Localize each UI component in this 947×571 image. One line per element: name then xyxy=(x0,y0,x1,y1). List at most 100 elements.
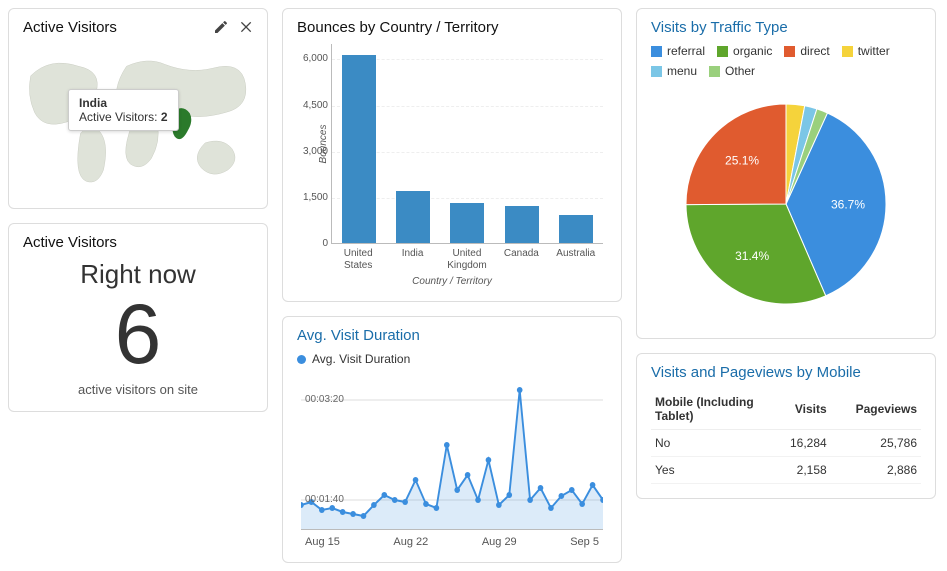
data-point[interactable] xyxy=(579,501,585,507)
active-visitors-map-card: Active Visitors xyxy=(8,8,268,209)
table-cell: No xyxy=(651,430,773,457)
data-point[interactable] xyxy=(361,513,367,519)
table-header: Visits xyxy=(773,389,831,430)
data-point[interactable] xyxy=(569,487,575,493)
legend-item-direct[interactable]: direct xyxy=(784,44,829,58)
legend-item-referral[interactable]: referral xyxy=(651,44,705,58)
close-icon[interactable] xyxy=(239,19,255,35)
legend-label: referral xyxy=(667,44,705,58)
legend-swatch-icon xyxy=(784,46,795,57)
legend-swatch-icon xyxy=(709,66,720,77)
data-point[interactable] xyxy=(538,485,544,491)
x-tick: Australia xyxy=(553,248,599,272)
data-point[interactable] xyxy=(413,477,419,483)
x-tick: Aug 29 xyxy=(482,536,517,548)
bounces-by-country-card: Bounces by Country / Territory Bounces 0… xyxy=(282,8,622,302)
x-axis-label: Country / Territory xyxy=(297,276,607,287)
data-point[interactable] xyxy=(517,387,523,393)
legend-label: Avg. Visit Duration xyxy=(312,352,410,366)
visits-by-traffic-type-card: Visits by Traffic Type referralorganicdi… xyxy=(636,8,936,339)
bar-united-states[interactable] xyxy=(342,55,376,243)
x-tick: Canada xyxy=(498,248,544,272)
x-tick: United Kingdom xyxy=(444,248,490,272)
visits-pageviews-mobile-card: Visits and Pageviews by Mobile Mobile (I… xyxy=(636,353,936,499)
legend-item-twitter[interactable]: twitter xyxy=(842,44,890,58)
data-point[interactable] xyxy=(465,472,471,478)
table-row: Yes2,1582,886 xyxy=(651,457,921,484)
data-point[interactable] xyxy=(527,497,533,503)
legend-label: twitter xyxy=(858,44,890,58)
realtime-value: 6 xyxy=(23,292,253,376)
data-point[interactable] xyxy=(444,442,450,448)
legend-swatch-icon xyxy=(717,46,728,57)
card-title: Active Visitors xyxy=(23,234,253,251)
data-point[interactable] xyxy=(402,499,408,505)
data-point[interactable] xyxy=(559,493,565,499)
chart-legend: referral organic direct twitter menu Other xyxy=(651,44,921,78)
data-point[interactable] xyxy=(381,492,387,498)
table-cell: 2,158 xyxy=(773,457,831,484)
pie-slice-label: 36.7% xyxy=(831,198,865,212)
legend-item-other[interactable]: Other xyxy=(709,64,755,78)
bar-australia[interactable] xyxy=(559,215,593,243)
bar-canada[interactable] xyxy=(505,206,539,243)
table-row: No16,28425,786 xyxy=(651,430,921,457)
y-tick: 6,000 xyxy=(298,53,328,64)
x-tick: Aug 22 xyxy=(393,536,428,548)
y-tick: 3,000 xyxy=(298,146,328,157)
legend-item-organic[interactable]: organic xyxy=(717,44,772,58)
legend-item-menu[interactable]: menu xyxy=(651,64,697,78)
bar-united-kingdom[interactable] xyxy=(450,203,484,243)
realtime-sub: active visitors on site xyxy=(23,382,253,397)
data-point[interactable] xyxy=(340,509,346,515)
table-header: Mobile (Including Tablet) xyxy=(651,389,773,430)
y-tick: 0 xyxy=(298,238,328,249)
realtime-label: Right now xyxy=(23,259,253,290)
data-point[interactable] xyxy=(486,457,492,463)
line-chart: 00:01:40 00:03:20 xyxy=(301,370,603,530)
data-point[interactable] xyxy=(475,497,481,503)
y-tick: 4,500 xyxy=(298,100,328,111)
card-title: Avg. Visit Duration xyxy=(297,327,607,344)
table-cell: 2,886 xyxy=(831,457,921,484)
data-point[interactable] xyxy=(434,505,440,511)
legend-label: Other xyxy=(725,64,755,78)
tooltip-value: 2 xyxy=(161,110,168,124)
world-map[interactable]: India Active Visitors: 2 xyxy=(23,44,253,194)
data-point[interactable] xyxy=(454,487,460,493)
table-cell: Yes xyxy=(651,457,773,484)
legend-swatch-icon xyxy=(842,46,853,57)
data-point[interactable] xyxy=(506,492,512,498)
edit-icon[interactable] xyxy=(213,19,229,35)
data-point[interactable] xyxy=(496,502,502,508)
data-point[interactable] xyxy=(371,502,377,508)
avg-visit-duration-card: Avg. Visit Duration Avg. Visit Duration … xyxy=(282,316,622,563)
y-axis-label: Bounces xyxy=(318,124,329,163)
legend-label: organic xyxy=(733,44,772,58)
table-cell: 25,786 xyxy=(831,430,921,457)
data-point[interactable] xyxy=(548,505,554,511)
data-point[interactable] xyxy=(392,497,398,503)
data-point[interactable] xyxy=(329,505,335,511)
y-tick: 00:01:40 xyxy=(305,494,344,505)
legend-swatch-icon xyxy=(651,66,662,77)
legend-swatch-icon xyxy=(651,46,662,57)
legend-dot-icon xyxy=(297,355,306,364)
x-tick: United States xyxy=(335,248,381,272)
legend-label: direct xyxy=(800,44,829,58)
data-point[interactable] xyxy=(423,501,429,507)
card-title: Bounces by Country / Territory xyxy=(297,19,607,36)
bar-india[interactable] xyxy=(396,191,430,243)
y-tick: 00:03:20 xyxy=(305,394,344,405)
active-visitors-counter-card: Active Visitors Right now 6 active visit… xyxy=(8,223,268,412)
data-point[interactable] xyxy=(319,507,325,513)
tooltip-country: India xyxy=(79,96,107,110)
data-point[interactable] xyxy=(590,482,596,488)
pie-chart: 36.7%31.4%25.1% xyxy=(666,84,906,324)
pie-slice-label: 25.1% xyxy=(725,153,759,167)
data-point[interactable] xyxy=(350,511,356,517)
chart-legend: Avg. Visit Duration xyxy=(297,352,607,366)
legend-label: menu xyxy=(667,64,697,78)
y-tick: 1,500 xyxy=(298,192,328,203)
table-header: Pageviews xyxy=(831,389,921,430)
